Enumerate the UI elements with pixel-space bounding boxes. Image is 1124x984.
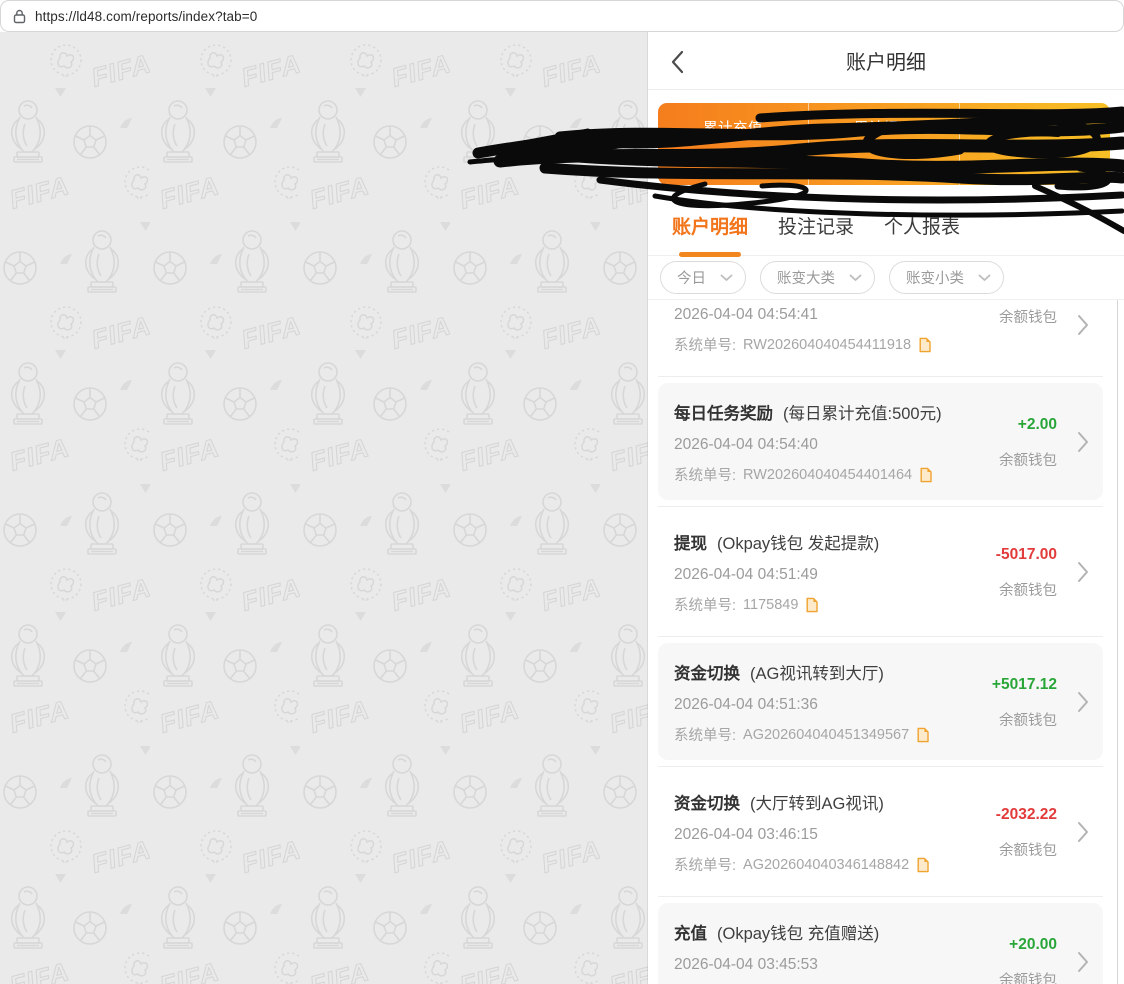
transaction-datetime: 2026-04-04 03:45:53 (674, 956, 961, 974)
transaction-datetime: 2026-04-04 03:46:15 (674, 826, 961, 844)
tab-bet-records[interactable]: 投注记录 (778, 212, 854, 241)
transaction-row[interactable]: 资金切换 (AG视讯转到大厅) 2026-04-04 04:51:36 系统单号:… (658, 643, 1103, 760)
transaction-row-wrap: 充值(Okpay钱包 充值赠送) 2026-04-04 03:45:53 系统单… (658, 896, 1103, 984)
filter-date-dropdown[interactable]: 今日 (660, 261, 746, 294)
transaction-row-wrap: 提现 (Okpay钱包 发起提款) 2026-04-04 04:51:49 系统单… (658, 506, 1103, 636)
wallet-label: 余额钱包 (999, 306, 1057, 327)
chevron-right-icon[interactable] (1077, 691, 1089, 713)
transaction-row[interactable]: 资金切换 (大厅转到AG视讯) 2026-04-04 03:46:15 系统单号:… (658, 773, 1103, 890)
transaction-subtitle: (每日累计充值:500元) (783, 405, 942, 423)
page-title: 账户明细 (846, 46, 926, 75)
transaction-list[interactable]: 2026-04-04 04:54:41 系统单号: RW202604040454… (648, 300, 1117, 984)
transaction-row-wrap: 每日任务奖励(每日累计充值:500元) 2026-04-04 04:54:40 … (658, 376, 1103, 506)
wallet-label: 余额钱包 (999, 449, 1057, 470)
copy-icon[interactable] (918, 337, 932, 353)
order-label: 系统单号: (674, 594, 736, 615)
copy-icon[interactable] (916, 857, 930, 873)
chevron-down-icon (720, 274, 733, 282)
copy-icon[interactable] (805, 597, 819, 613)
summary-total-claimed: 累计领取 (959, 103, 1110, 185)
wallet-label: 余额钱包 (999, 709, 1057, 730)
order-number: 1175849 (743, 597, 798, 613)
order-number: AG202604040451349567 (743, 727, 909, 743)
tab-personal-report[interactable]: 个人报表 (884, 212, 960, 241)
transaction-subtitle: (Okpay钱包 发起提款) (717, 535, 879, 553)
transaction-amount: -2032.22 (996, 806, 1057, 824)
transaction-row-wrap: 2026-04-04 04:54:41 系统单号: RW202604040454… (658, 300, 1103, 376)
browser-address-bar[interactable]: https://ld48.com/reports/index?tab=0 (0, 0, 1124, 32)
panel-header: 账户明细 (648, 32, 1124, 90)
summary-total-deposit: 累计充值 (658, 103, 808, 185)
chevron-right-icon[interactable] (1077, 821, 1089, 843)
summary-total-withdraw: 累计提现 (808, 103, 959, 185)
transaction-amount: -5017.00 (996, 546, 1057, 564)
transaction-type: 资金切换 (674, 795, 740, 813)
transaction-type: 提现 (674, 535, 707, 553)
lock-icon (13, 9, 26, 24)
fifa-watermark-background: FIFA (0, 32, 648, 984)
report-tabs: 账户明细 投注记录 个人报表 (648, 197, 1124, 256)
order-number: RW202604040454411918 (743, 337, 911, 353)
transaction-datetime: 2026-04-04 04:54:40 (674, 436, 961, 454)
transaction-row-wrap: 资金切换 (大厅转到AG视讯) 2026-04-04 03:46:15 系统单号:… (658, 766, 1103, 896)
transaction-subtitle: (Okpay钱包 充值赠送) (717, 925, 879, 943)
transaction-type: 资金切换 (674, 665, 740, 683)
filter-category-major-dropdown[interactable]: 账变大类 (760, 261, 875, 294)
transaction-datetime: 2026-04-04 04:51:36 (674, 696, 961, 714)
wallet-label: 余额钱包 (999, 969, 1057, 984)
chevron-down-icon (849, 274, 862, 282)
wallet-label: 余额钱包 (999, 839, 1057, 860)
copy-icon[interactable] (919, 467, 933, 483)
order-label: 系统单号: (674, 854, 736, 875)
scrollbar[interactable] (1117, 300, 1118, 984)
transaction-row[interactable]: 提现 (Okpay钱包 发起提款) 2026-04-04 04:51:49 系统单… (658, 513, 1103, 630)
chevron-right-icon[interactable] (1077, 951, 1089, 973)
back-button[interactable] (670, 49, 696, 75)
order-label: 系统单号: (674, 334, 736, 355)
transaction-datetime: 2026-04-04 04:51:49 (674, 566, 961, 584)
transaction-datetime: 2026-04-04 04:54:41 (674, 306, 961, 324)
transaction-subtitle: (大厅转到AG视讯) (750, 795, 884, 813)
tab-account-detail[interactable]: 账户明细 (672, 212, 748, 241)
transaction-subtitle: (AG视讯转到大厅) (750, 665, 884, 683)
transaction-type: 充值 (674, 925, 707, 943)
summary-banner: 累计充值 累计提现 累计领取 (658, 103, 1110, 185)
wallet-label: 余额钱包 (999, 579, 1057, 600)
transaction-row-wrap: 资金切换 (AG视讯转到大厅) 2026-04-04 04:51:36 系统单号:… (658, 636, 1103, 766)
transaction-row[interactable]: 充值(Okpay钱包 充值赠送) 2026-04-04 03:45:53 系统单… (658, 903, 1103, 984)
chevron-left-icon (670, 49, 685, 75)
transaction-row[interactable]: 每日任务奖励(每日累计充值:500元) 2026-04-04 04:54:40 … (658, 383, 1103, 500)
order-number: AG202604040346148842 (743, 857, 909, 873)
order-label: 系统单号: (674, 464, 736, 485)
order-number: RW202604040454401464 (743, 467, 912, 483)
chevron-right-icon[interactable] (1077, 314, 1089, 336)
chevron-right-icon[interactable] (1077, 431, 1089, 453)
account-detail-panel: 账户明细 累计充值 累计提现 累计领取 账户明细 投注记录 个人报表 今日 (648, 32, 1124, 984)
transaction-amount: +2.00 (1018, 416, 1057, 434)
transaction-amount: +20.00 (1009, 936, 1057, 954)
transaction-row[interactable]: 2026-04-04 04:54:41 系统单号: RW202604040454… (658, 300, 1103, 370)
chevron-down-icon (978, 274, 991, 282)
filter-bar: 今日 账变大类 账变小类 (648, 256, 1124, 300)
copy-icon[interactable] (916, 727, 930, 743)
url-text[interactable]: https://ld48.com/reports/index?tab=0 (35, 9, 257, 24)
transaction-type: 每日任务奖励 (674, 405, 773, 423)
transaction-amount: +5017.12 (992, 676, 1057, 694)
chevron-right-icon[interactable] (1077, 561, 1089, 583)
filter-category-minor-dropdown[interactable]: 账变小类 (889, 261, 1004, 294)
order-label: 系统单号: (674, 724, 736, 745)
